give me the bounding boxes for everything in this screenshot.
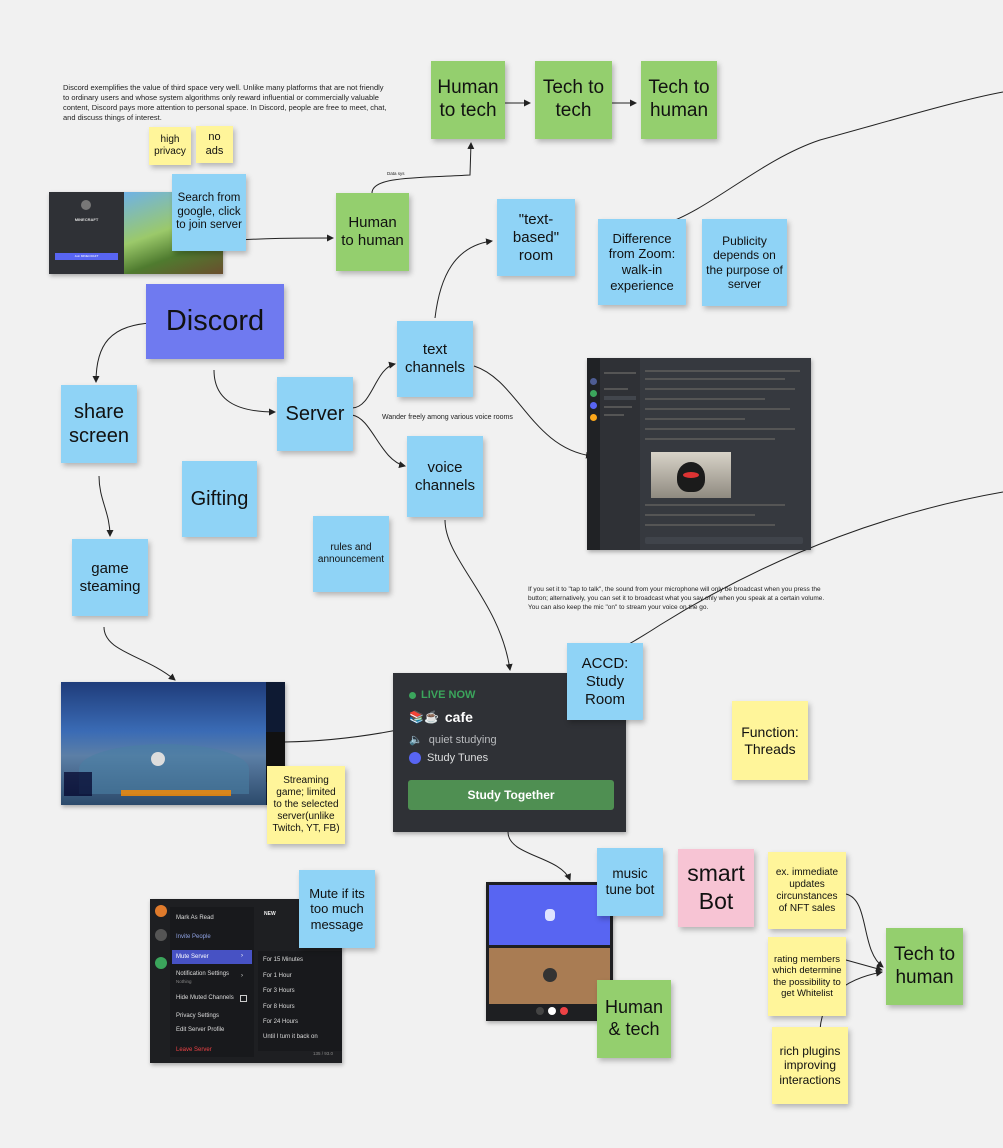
menu-leave-server[interactable]: Leave Server (176, 1047, 212, 1053)
intro-text: Discord exemplifies the value of third s… (63, 83, 387, 123)
note-voice-channels: voice channels (407, 436, 483, 517)
mute-8-hours[interactable]: For 8 Hours (263, 1004, 295, 1010)
hang-up-button[interactable] (560, 1007, 568, 1015)
note-rating: rating members which determine the possi… (768, 937, 846, 1016)
note-function-threads: Function: Threads (732, 701, 808, 780)
note-difference-zoom: Difference from Zoom: walk-in experience (598, 219, 686, 305)
bot-name: Study Tunes (427, 752, 489, 764)
menu-mute-server[interactable]: Mute Server (176, 954, 209, 960)
channel-name: cafe (444, 709, 473, 725)
note-no-ads: no ads (196, 126, 233, 163)
screen-share-button[interactable] (548, 1007, 556, 1015)
note-text-channels: text channels (397, 321, 473, 397)
study-together-button[interactable]: Study Together (408, 780, 614, 810)
mute-24-hours[interactable]: For 24 Hours (263, 1019, 298, 1025)
note-server: Server (277, 377, 353, 451)
menu-invite-people[interactable]: Invite People (176, 934, 211, 940)
note-tech-to-tech: Tech to tech (535, 61, 612, 139)
rocket-league-screenshot (61, 682, 285, 805)
note-human-to-human: Human to human (336, 193, 409, 271)
speaker-icon: 🔈 (409, 734, 423, 746)
notification-sub: Nothing (176, 979, 192, 984)
menu-hide-muted[interactable]: Hide Muted Channels (176, 995, 234, 1001)
discord-chat-screenshot (587, 358, 811, 550)
server-rail (587, 358, 600, 550)
menu-edit-profile[interactable]: Edit Server Profile (176, 1027, 224, 1033)
footer-counter: 135 / 93.0 (313, 1051, 334, 1056)
checkbox-icon[interactable] (240, 995, 247, 1002)
note-streaming-game: Streaming game; limited to the selected … (267, 766, 345, 844)
menu-mark-as-read[interactable]: Mark As Read (176, 915, 214, 921)
server-icon (81, 200, 91, 210)
note-text-based-room: "text-based" room (497, 199, 575, 276)
chevron-right-icon: › (241, 953, 243, 959)
note-human-and-tech: Human & tech (597, 980, 671, 1058)
note-rules: rules and announcement (313, 516, 389, 592)
mute-until-on[interactable]: Until I turn it back on (263, 1034, 318, 1040)
voice-channel-name: quiet studying (428, 733, 497, 746)
note-publicity: Publicity depends on the purpose of serv… (702, 219, 787, 306)
mute-3-hours[interactable]: For 3 Hours (263, 988, 295, 994)
note-mute: Mute if its too much message (299, 870, 375, 948)
camera-button[interactable] (536, 1007, 544, 1015)
note-smart-bot: smart Bot (678, 849, 754, 927)
books-coffee-icon: 📚☕ (409, 710, 439, 724)
menu-privacy-settings[interactable]: Privacy Settings (176, 1013, 219, 1019)
wander-caption: Wander freely among various voice rooms (382, 414, 513, 421)
live-now-label: LIVE NOW (421, 689, 476, 701)
video-call-screenshot (486, 882, 613, 1021)
mute-1-hour[interactable]: For 1 Hour (263, 973, 292, 979)
minecraft-title: MINECRAFT (74, 217, 99, 222)
note-search-google: Search from google, click to join server (172, 174, 246, 251)
note-plugins: rich plugins improving interactions (772, 1027, 848, 1104)
note-tech-to-human-bottom: Tech to human (886, 928, 963, 1005)
note-gifting: Gifting (182, 461, 257, 537)
note-accd-study-room: ACCD: Study Room (567, 643, 643, 720)
arrow-label: Data sys (387, 171, 405, 176)
live-dot-icon (409, 691, 416, 699)
mute-15-minutes[interactable]: For 15 Minutes (263, 957, 303, 963)
note-tech-to-human-top: Tech to human (641, 61, 717, 139)
note-discord: Discord (146, 284, 284, 359)
tap-to-talk-caption: If you set it to "tap to talk", the soun… (528, 586, 825, 611)
join-minecraft-button[interactable]: Join MINECRAFT (55, 253, 118, 260)
penguin-image (651, 452, 731, 498)
user-avatar (543, 968, 557, 982)
note-human-to-tech: Human to tech (431, 61, 505, 139)
bot-avatar-icon (409, 752, 421, 764)
note-share-screen: share screen (61, 385, 137, 463)
channel-list (600, 358, 640, 550)
bot-avatar-icon-2 (545, 909, 555, 921)
note-game-streaming: game steaming (72, 539, 148, 616)
chevron-right-icon-2: › (241, 973, 243, 979)
note-high-privacy: high privacy (149, 127, 191, 165)
note-music-bot: music tune bot (597, 848, 663, 916)
new-badge: NEW (264, 911, 276, 917)
note-nft: ex. immediate updates circunstances of N… (768, 852, 846, 929)
menu-notification-settings[interactable]: Notification Settings (176, 971, 229, 977)
message-input[interactable] (645, 537, 803, 544)
